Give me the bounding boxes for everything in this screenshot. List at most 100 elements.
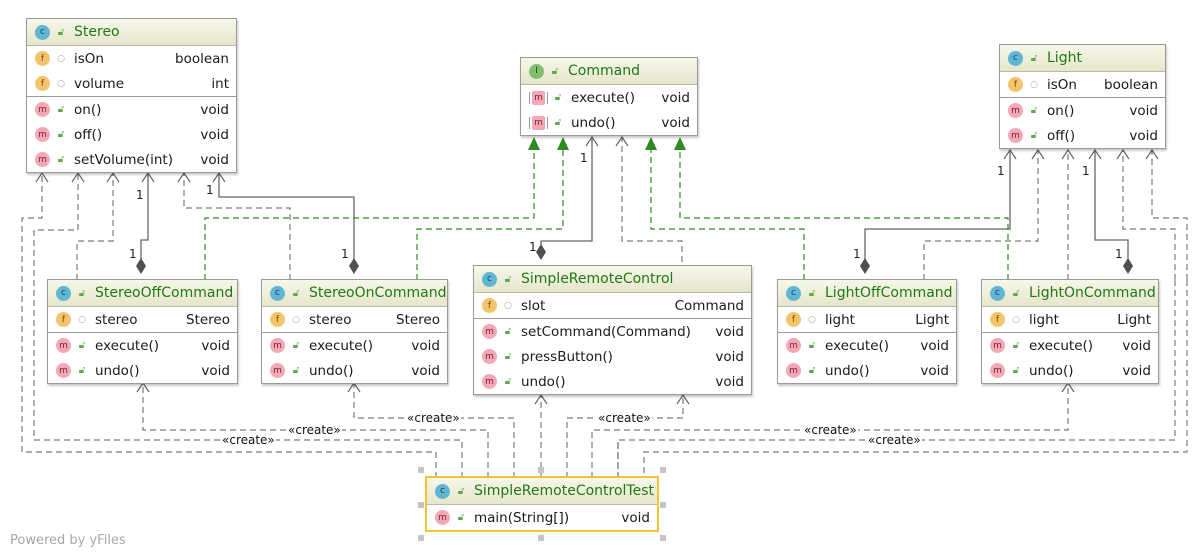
class-header[interactable]: c 🔓︎ SimpleRemoteControl xyxy=(474,266,751,293)
method-return-type: void xyxy=(200,151,229,168)
method-name: execute() xyxy=(95,337,160,354)
field-type: Stereo xyxy=(396,311,440,328)
resize-handle-w[interactable] xyxy=(418,502,424,508)
class-title: SimpleRemoteControlTest xyxy=(474,483,654,499)
method-row[interactable]: m 🔓︎ undo() void xyxy=(778,358,956,383)
method-row[interactable]: m 🔓︎ off() void xyxy=(27,122,236,147)
method-row[interactable]: m 🔓︎ undo() void xyxy=(262,358,447,383)
field-row[interactable]: f ○ light Light xyxy=(778,307,956,332)
field-name: isOn xyxy=(74,50,104,67)
association-edges xyxy=(140,137,1129,262)
method-row[interactable]: m 🔓︎ execute() void xyxy=(262,332,447,358)
public-lock-icon: 🔓︎ xyxy=(57,154,65,165)
method-row[interactable]: m 🔓︎ pressButton() void xyxy=(474,344,751,369)
method-row[interactable]: m 🔓︎ undo() void xyxy=(48,358,237,383)
class-stereo[interactable]: c 🔓︎ Stereo f ○ isOn boolean f ○ volume int m 🔓… xyxy=(26,18,237,173)
class-title: StereoOffCommand xyxy=(95,285,234,301)
resize-handle-s[interactable] xyxy=(538,535,544,541)
method-icon: m xyxy=(482,349,497,364)
class-header[interactable]: c 🔓︎ Light xyxy=(1000,45,1165,72)
field-row[interactable]: f ○ stereo Stereo xyxy=(48,307,237,332)
field-row[interactable]: f ○ volume int xyxy=(27,71,236,96)
class-stereo-on-command[interactable]: c 🔓︎ StereoOnCommand f ○ stereo Stereo m 🔓︎ e… xyxy=(261,279,448,384)
class-header[interactable]: c 🔓︎ Stereo xyxy=(27,19,236,46)
method-row[interactable]: m 🔓︎ execute() void xyxy=(48,332,237,358)
multiplicity-label: 1 xyxy=(206,183,214,197)
method-row[interactable]: m 🔓︎ setCommand(Command) void xyxy=(474,318,751,344)
class-header[interactable]: I 🔓︎ Command xyxy=(521,58,697,85)
edge-lightoff-light xyxy=(864,150,1011,262)
method-name: execute() xyxy=(825,337,890,354)
public-lock-icon: 🔓︎ xyxy=(57,26,65,38)
method-name: undo() xyxy=(571,114,616,131)
method-row[interactable]: m 🔓︎ execute() void xyxy=(982,332,1158,358)
package-private-icon: ○ xyxy=(292,314,300,325)
static-method-icon: m xyxy=(435,510,450,525)
multiplicity-label: 1 xyxy=(997,164,1005,178)
field-row[interactable]: f ○ slot Command xyxy=(474,293,751,318)
method-name: main(String[]) xyxy=(474,509,570,526)
field-row[interactable]: f ○ isOn boolean xyxy=(27,46,236,71)
package-private-icon: ○ xyxy=(808,314,816,325)
multiplicity-label: 1 xyxy=(853,247,861,261)
method-return-type: void xyxy=(920,362,949,379)
class-header[interactable]: c 🔓︎ SimpleRemoteControlTest xyxy=(427,478,657,505)
class-light-off-command[interactable]: c 🔓︎ LightOffCommand f ○ light Light m 🔓︎ exe… xyxy=(777,279,957,384)
class-icon: c xyxy=(56,285,71,301)
field-name: stereo xyxy=(95,311,138,328)
method-icon: m xyxy=(786,338,801,353)
public-lock-icon: 🔓︎ xyxy=(1012,287,1020,299)
field-row[interactable]: f ○ stereo Stereo xyxy=(262,307,447,332)
field-icon: f xyxy=(35,51,50,66)
public-lock-icon: 🔓︎ xyxy=(554,92,562,103)
method-row[interactable]: m 🔓︎ setVolume(int) void xyxy=(27,147,236,172)
class-simple-remote-control-test[interactable]: c 🔓︎ SimpleRemoteControlTest m 🔓︎ main(Str… xyxy=(425,476,659,532)
class-simple-remote-control[interactable]: c 🔓︎ SimpleRemoteControl f ○ slot Command m… xyxy=(473,265,752,395)
resize-handle-se[interactable] xyxy=(660,535,666,541)
resize-handle-e[interactable] xyxy=(660,502,666,508)
class-header[interactable]: c 🔓︎ LightOnCommand xyxy=(982,280,1158,307)
package-private-icon: ○ xyxy=(1030,79,1038,90)
class-title: LightOnCommand xyxy=(1029,285,1156,301)
public-lock-icon: 🔓︎ xyxy=(457,512,465,523)
method-row[interactable]: m 🔓︎ undo() void xyxy=(474,369,751,394)
resize-handle-n[interactable] xyxy=(538,467,544,473)
method-name: execute() xyxy=(1029,337,1094,354)
field-name: volume xyxy=(74,75,125,92)
public-lock-icon: 🔓︎ xyxy=(808,365,816,376)
public-lock-icon: 🔓︎ xyxy=(504,376,512,387)
method-row[interactable]: m 🔓︎ on() void xyxy=(27,96,236,122)
public-lock-icon: 🔓︎ xyxy=(504,351,512,362)
class-header[interactable]: c 🔓︎ StereoOffCommand xyxy=(48,280,237,307)
method-icon: m xyxy=(270,363,285,378)
public-lock-icon: 🔓︎ xyxy=(57,104,65,115)
class-stereo-off-command[interactable]: c 🔓︎ StereoOffCommand f ○ stereo Stereo m 🔓︎… xyxy=(47,279,238,384)
class-light[interactable]: c 🔓︎ Light f ○ isOn boolean m 🔓︎ on() void m 🔓︎… xyxy=(999,44,1166,149)
method-row[interactable]: m 🔓︎ execute() void xyxy=(778,332,956,358)
edge-stereoon-implements-command xyxy=(416,150,564,280)
public-lock-icon: 🔓︎ xyxy=(504,273,512,285)
resize-handle-nw[interactable] xyxy=(418,467,424,473)
multiplicity-label: 1 xyxy=(129,247,137,261)
class-header[interactable]: c 🔓︎ LightOffCommand xyxy=(778,280,956,307)
method-row[interactable]: m 🔓︎ on() void xyxy=(1000,97,1165,123)
method-row[interactable]: m 🔓︎ undo() void xyxy=(521,110,697,135)
method-return-type: void xyxy=(411,337,440,354)
create-label: «create» xyxy=(221,433,276,447)
class-light-on-command[interactable]: c 🔓︎ LightOnCommand f ○ light Light m 🔓︎ exec… xyxy=(981,279,1159,384)
method-row[interactable]: m 🔓︎ off() void xyxy=(1000,123,1165,148)
method-row[interactable]: m 🔓︎ execute() void xyxy=(521,85,697,110)
interface-command[interactable]: I 🔓︎ Command m 🔓︎ execute() void m 🔓︎ undo() v… xyxy=(520,57,698,136)
package-private-icon: ○ xyxy=(1012,314,1020,325)
create-label: «create» xyxy=(867,433,922,447)
class-header[interactable]: c 🔓︎ StereoOnCommand xyxy=(262,280,447,307)
method-name: undo() xyxy=(521,373,566,390)
field-row[interactable]: f ○ light Light xyxy=(982,307,1158,332)
watermark: Powered by yFiles xyxy=(10,533,126,548)
resize-handle-ne[interactable] xyxy=(660,467,666,473)
field-row[interactable]: f ○ isOn boolean xyxy=(1000,72,1165,97)
method-row[interactable]: m 🔓︎ main(String[]) void xyxy=(427,505,657,530)
method-return-type: void xyxy=(661,114,690,131)
method-row[interactable]: m 🔓︎ undo() void xyxy=(982,358,1158,383)
resize-handle-sw[interactable] xyxy=(418,535,424,541)
